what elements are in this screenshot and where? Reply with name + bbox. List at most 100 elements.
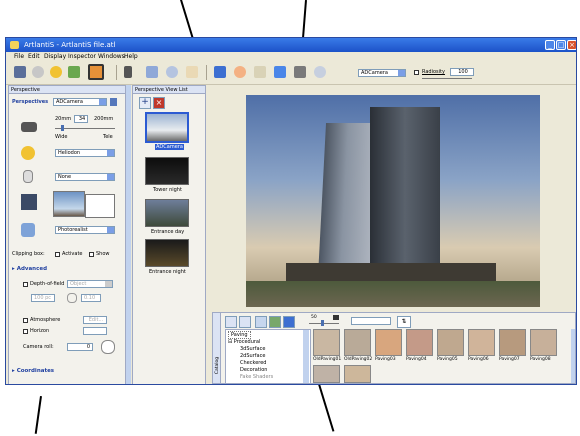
atmosphere-checkbox[interactable]	[23, 318, 28, 323]
chevron-down-icon	[107, 227, 114, 233]
menu-help[interactable]: Help	[124, 53, 138, 60]
maximize-button[interactable]: □	[556, 40, 566, 50]
horizon-field[interactable]	[83, 327, 107, 335]
catalog-tool-5-icon[interactable]	[283, 316, 295, 328]
render-mode-select[interactable]: Photorealist	[55, 226, 115, 234]
view-label-adcamera: ADCamera	[155, 144, 184, 150]
menu-windows[interactable]: Windows	[98, 53, 125, 60]
perspective-view-list: Perspective View List + × ADCamera Tower…	[132, 85, 206, 384]
catalog-tool-4-icon[interactable]	[269, 316, 281, 328]
tree-item-decoration[interactable]: Decoration	[240, 367, 267, 373]
material-icon[interactable]	[254, 66, 266, 78]
shader-tile[interactable]	[313, 365, 340, 383]
face-preview-icon[interactable]	[234, 66, 246, 78]
perspective-panel-scrollbar[interactable]	[126, 85, 131, 384]
camera-roll-dial-icon[interactable]	[101, 340, 115, 354]
toolbar-separator	[116, 65, 117, 80]
catalog-tool-3-icon[interactable]	[255, 316, 267, 328]
shader-tile[interactable]	[344, 365, 371, 383]
delete-view-button[interactable]: ×	[153, 97, 165, 109]
menu-file[interactable]: File	[14, 53, 24, 60]
sun-tool-icon[interactable]	[50, 66, 62, 78]
tree-item-3dsurface[interactable]: 3dSurface	[240, 346, 265, 352]
menu-inspector[interactable]: Inspector	[68, 53, 96, 60]
show-checkbox[interactable]	[89, 252, 94, 257]
export-icon[interactable]	[146, 66, 158, 78]
tree-item-fake-shaders[interactable]: Fake Shaders	[240, 374, 273, 380]
tree-scrollbar[interactable]	[303, 330, 309, 383]
catalog-tool-2-icon[interactable]	[239, 316, 251, 328]
radiosity-value-field[interactable]: 100	[450, 68, 474, 76]
light-tool-icon[interactable]	[32, 66, 44, 78]
shader-tile[interactable]	[530, 329, 557, 356]
horizon-checkbox[interactable]	[23, 329, 28, 334]
perspective-options-icon[interactable]	[110, 98, 117, 106]
focal-value-field[interactable]: 34	[74, 115, 88, 123]
foreground-preview[interactable]	[85, 194, 115, 218]
image-render-icon[interactable]	[274, 66, 286, 78]
shader-tile[interactable]	[499, 329, 526, 356]
annotation-arrow-catalog	[317, 380, 335, 432]
shader-tile[interactable]	[344, 329, 371, 356]
tree-item-2dsurface[interactable]: 2dSurface	[240, 353, 265, 359]
depth-of-field-checkbox[interactable]	[23, 282, 28, 287]
catalog-size-slider-thumb[interactable]	[321, 320, 324, 326]
app-icon	[10, 41, 19, 49]
heliodon-select[interactable]: Heliodon	[55, 149, 115, 157]
shader-tile[interactable]	[375, 329, 402, 356]
dof-target-icon[interactable]	[67, 293, 77, 303]
shader-tile[interactable]	[406, 329, 433, 356]
radiosity-checkbox[interactable]	[414, 70, 419, 75]
menu-display[interactable]: Display	[44, 53, 66, 60]
shader-tile[interactable]	[313, 329, 340, 356]
menu-edit[interactable]: Edit	[28, 53, 40, 60]
object-tool-icon[interactable]	[68, 66, 80, 78]
catalog-preview-toggle[interactable]	[333, 315, 339, 320]
first-frame-icon[interactable]	[124, 66, 132, 78]
focal-slider-thumb[interactable]	[61, 125, 64, 131]
window-toggle-icon[interactable]	[214, 66, 226, 78]
view-thumb-entrance-day[interactable]	[145, 199, 189, 227]
atmosphere-edit-button[interactable]: Edit...	[83, 316, 107, 324]
shader-tile[interactable]	[437, 329, 464, 356]
view-thumb-adcamera[interactable]	[145, 112, 189, 143]
render-preview-image[interactable]	[246, 95, 540, 307]
camera-tool-icon[interactable]	[14, 66, 26, 78]
tree-item-procedural[interactable]: ⊟ Procedural	[228, 339, 260, 345]
shader-tool-icon[interactable]	[88, 64, 104, 80]
catalog-tool-1-icon[interactable]	[225, 316, 237, 328]
light-select[interactable]: None	[55, 173, 115, 181]
post-render-icon[interactable]	[294, 66, 306, 78]
view-thumb-entrance-night[interactable]	[145, 239, 189, 267]
close-button[interactable]: ×	[567, 40, 576, 50]
preview-viewport[interactable]	[212, 85, 576, 310]
tree-item-checkered[interactable]: Checkered	[240, 360, 266, 366]
camera-select[interactable]: ADCamera	[358, 69, 406, 77]
coordinates-section-header[interactable]: ▸ Coordinates	[12, 368, 54, 374]
zoom-tool-icon[interactable]	[166, 66, 178, 78]
hand-tool-icon[interactable]	[186, 66, 198, 78]
advanced-section-header[interactable]: ▸ Advanced	[12, 266, 47, 272]
catalog-size-slider[interactable]	[309, 323, 339, 324]
dof-distance-field[interactable]: 100 pc	[31, 294, 55, 302]
shader-tile[interactable]	[468, 329, 495, 356]
perspective-panel-header: Perspective	[9, 86, 125, 94]
dof-value-field[interactable]: 0.10	[81, 294, 101, 302]
tree-item-paving[interactable]: Paving	[228, 331, 251, 339]
radiosity-slider[interactable]	[422, 78, 472, 79]
dof-mode-select[interactable]: Object	[67, 280, 113, 288]
catalog-tiles-scrollbar[interactable]	[571, 329, 575, 383]
link-icon[interactable]	[314, 66, 326, 78]
activate-checkbox[interactable]	[55, 252, 60, 257]
minimize-button[interactable]: _	[545, 40, 555, 50]
view-thumb-tower-night[interactable]	[145, 157, 189, 185]
focal-slider[interactable]	[55, 128, 115, 129]
chevron-down-icon	[99, 99, 106, 105]
shader-tile-label: Paving08	[530, 357, 551, 362]
catalog-sort-button[interactable]: ⇅	[397, 316, 411, 328]
camera-roll-field[interactable]: 0	[67, 343, 93, 351]
add-view-button[interactable]: +	[139, 97, 151, 109]
catalog-search-input[interactable]	[351, 317, 391, 325]
background-preview[interactable]	[53, 191, 85, 217]
perspective-camera-select[interactable]: ADCamera	[53, 98, 107, 106]
